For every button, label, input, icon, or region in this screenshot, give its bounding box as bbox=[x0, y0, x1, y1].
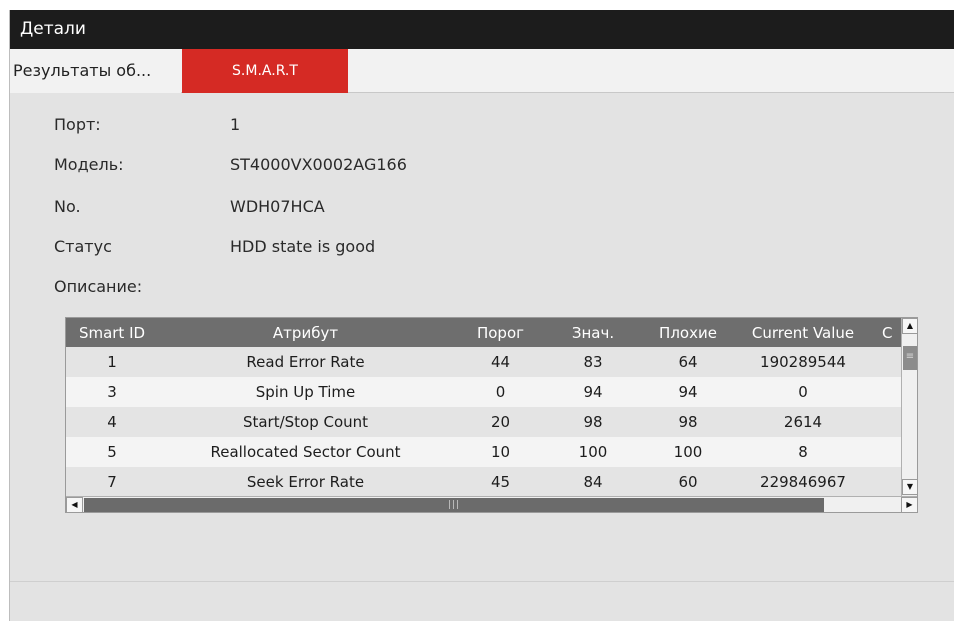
table-row[interactable]: 3 Spin Up Time 0 94 94 0 bbox=[66, 377, 901, 407]
table-row[interactable]: 1 Read Error Rate 44 83 64 190289544 bbox=[66, 347, 901, 377]
vertical-scrollbar[interactable]: ▲ ≡ ▼ bbox=[901, 318, 917, 496]
status-value: HDD state is good bbox=[230, 237, 376, 256]
scroll-up-icon[interactable]: ▲ bbox=[902, 318, 917, 334]
serial-label: No. bbox=[54, 197, 81, 216]
cell-current-value: 8 bbox=[798, 443, 808, 461]
vertical-scroll-thumb[interactable]: ≡ bbox=[903, 346, 917, 370]
cell-smart-id: 4 bbox=[107, 413, 117, 431]
cell-smart-id: 7 bbox=[107, 473, 117, 491]
table-row[interactable]: 5 Reallocated Sector Count 10 100 100 8 bbox=[66, 437, 901, 467]
horizontal-scrollbar[interactable]: ◀ ||| ▶ bbox=[66, 496, 917, 512]
port-value: 1 bbox=[230, 115, 241, 134]
cell-worst: 60 bbox=[678, 473, 698, 491]
cell-worst: 64 bbox=[678, 353, 698, 371]
cell-threshold: 44 bbox=[490, 353, 511, 371]
model-value: ST4000VX0002AG166 bbox=[230, 155, 407, 174]
cell-worst: 98 bbox=[678, 413, 698, 431]
cell-smart-id: 3 bbox=[107, 383, 117, 401]
cell-smart-id: 5 bbox=[107, 443, 117, 461]
column-header-threshold[interactable]: Порог bbox=[453, 318, 548, 347]
cell-value: 100 bbox=[578, 443, 608, 461]
scroll-right-icon[interactable]: ▶ bbox=[901, 497, 917, 512]
column-header-worst[interactable]: Плохие bbox=[638, 318, 738, 347]
cell-current-value: 0 bbox=[798, 383, 808, 401]
table-header: Smart ID Атрибут Порог Знач. Плохие Curr… bbox=[66, 318, 901, 347]
cell-smart-id: 1 bbox=[107, 353, 117, 371]
cell-current-value: 2614 bbox=[783, 413, 823, 431]
cell-threshold: 10 bbox=[490, 443, 511, 461]
cell-value: 98 bbox=[583, 413, 603, 431]
details-window: Детали Результаты об... S.M.A.R.T Порт: … bbox=[9, 10, 954, 621]
smart-table: Smart ID Атрибут Порог Знач. Плохие Curr… bbox=[65, 317, 918, 513]
horizontal-scroll-thumb[interactable]: ||| bbox=[84, 498, 824, 512]
column-header-attribute[interactable]: Атрибут bbox=[158, 318, 453, 347]
description-label: Описание: bbox=[54, 277, 143, 296]
column-header-smart-id[interactable]: Smart ID bbox=[66, 318, 158, 347]
cell-attribute: Spin Up Time bbox=[255, 383, 356, 401]
window-title: Детали bbox=[10, 10, 954, 49]
status-label: Статус bbox=[54, 237, 112, 256]
tab-bar: Результаты об... S.M.A.R.T bbox=[10, 49, 954, 93]
column-header-truncated[interactable]: C bbox=[868, 318, 901, 347]
cell-value: 84 bbox=[583, 473, 603, 491]
cell-attribute: Read Error Rate bbox=[246, 353, 365, 371]
cell-current-value: 190289544 bbox=[760, 353, 846, 371]
cell-worst: 94 bbox=[678, 383, 698, 401]
cell-threshold: 45 bbox=[490, 473, 511, 491]
cell-threshold: 0 bbox=[495, 383, 506, 401]
scroll-left-icon[interactable]: ◀ bbox=[66, 497, 83, 512]
tab-results[interactable]: Результаты об... bbox=[10, 49, 181, 93]
table-row[interactable]: 7 Seek Error Rate 45 84 60 229846967 bbox=[66, 467, 901, 497]
column-header-value[interactable]: Знач. bbox=[548, 318, 638, 347]
footer-divider bbox=[10, 581, 954, 582]
cell-value: 94 bbox=[583, 383, 603, 401]
cell-attribute: Seek Error Rate bbox=[246, 473, 365, 491]
cell-value: 83 bbox=[583, 353, 603, 371]
serial-value: WDH07HCA bbox=[230, 197, 325, 216]
tab-smart[interactable]: S.M.A.R.T bbox=[182, 49, 348, 93]
port-label: Порт: bbox=[54, 115, 101, 134]
cell-threshold: 20 bbox=[490, 413, 511, 431]
column-header-current-value[interactable]: Current Value bbox=[738, 318, 868, 347]
table-row[interactable]: 4 Start/Stop Count 20 98 98 2614 bbox=[66, 407, 901, 437]
scroll-down-icon[interactable]: ▼ bbox=[902, 479, 917, 495]
cell-worst: 100 bbox=[673, 443, 703, 461]
cell-current-value: 229846967 bbox=[760, 473, 846, 491]
model-label: Модель: bbox=[54, 155, 124, 174]
cell-attribute: Reallocated Sector Count bbox=[210, 443, 401, 461]
cell-attribute: Start/Stop Count bbox=[242, 413, 369, 431]
